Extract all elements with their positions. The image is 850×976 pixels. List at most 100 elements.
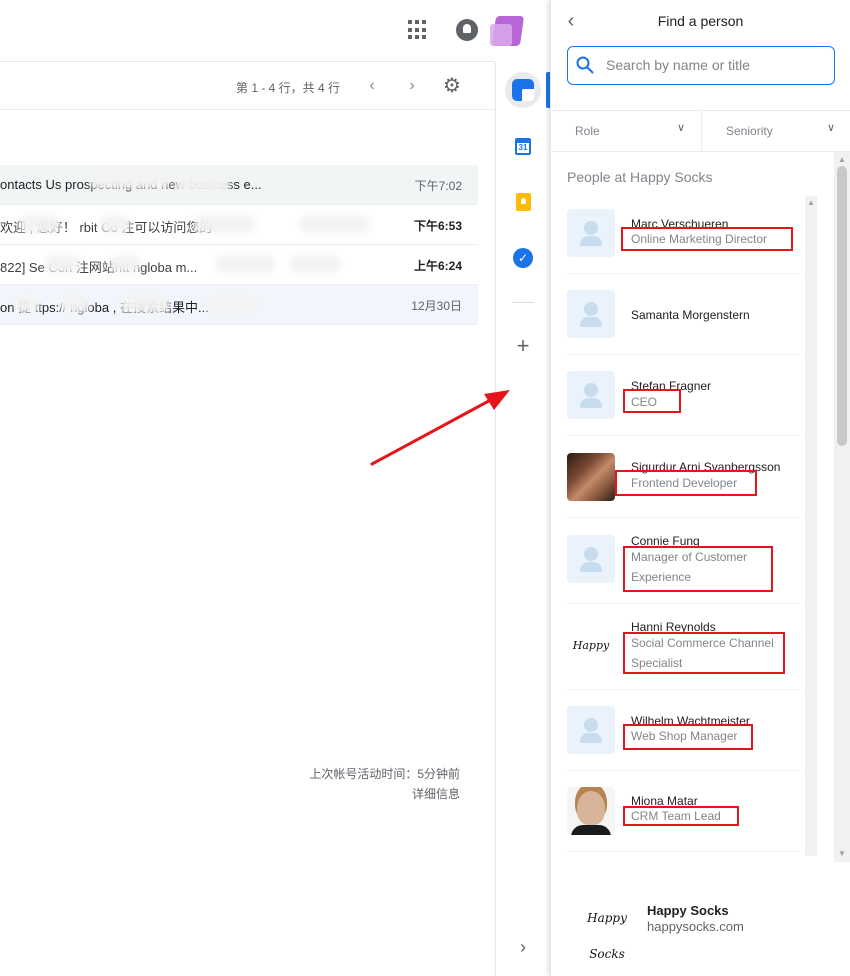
seniority-filter-dropdown[interactable]: Seniority ∨ bbox=[701, 111, 850, 151]
avatar-placeholder-icon bbox=[567, 209, 615, 257]
search-input[interactable] bbox=[606, 55, 826, 75]
redaction-blur bbox=[290, 255, 340, 273]
person-title: Web Shop Manager bbox=[631, 729, 738, 743]
search-icon bbox=[576, 56, 594, 74]
redaction-blur bbox=[15, 295, 40, 313]
mail-time: 下午6:53 bbox=[413, 219, 462, 233]
avatar-placeholder-icon bbox=[567, 706, 615, 754]
chevron-down-icon: ∨ bbox=[827, 122, 836, 134]
last-activity-text: 上次帐号活动时间：5分钟前 bbox=[309, 767, 460, 781]
redaction-blur bbox=[90, 171, 170, 189]
list-scrollbar[interactable]: ▲ bbox=[805, 196, 817, 856]
company-logo-image: Happy Socks bbox=[567, 624, 615, 672]
scroll-up-arrow-icon[interactable]: ▲ bbox=[838, 156, 846, 164]
chevron-left-icon[interactable]: ‹ bbox=[362, 76, 382, 96]
gmail-header bbox=[0, 0, 495, 62]
redaction-blur bbox=[175, 175, 230, 193]
redaction-blur bbox=[45, 255, 80, 273]
search-box[interactable] bbox=[567, 46, 835, 85]
details-link[interactable]: 详细信息 bbox=[309, 784, 460, 804]
people-list: People at Happy Socks ▲ Marc Verschueren… bbox=[551, 152, 850, 862]
chevron-right-icon[interactable]: › bbox=[402, 76, 422, 96]
mail-time: 上午6:24 bbox=[413, 259, 462, 273]
person-card[interactable]: Stefan Fragner CEO bbox=[567, 355, 802, 436]
redaction-blur bbox=[120, 295, 170, 313]
gmail-pane: 第 1 - 4 行，共 4 行 ‹ › ⚙ ontacts Us prospec… bbox=[0, 0, 495, 976]
person-card[interactable]: Samanta Morgenstern bbox=[567, 274, 802, 355]
person-title: Manager of Customer Experience bbox=[631, 550, 748, 584]
mail-time: 12月30日 bbox=[411, 299, 462, 313]
logo-text: Happy Socks bbox=[587, 911, 627, 961]
strip-divider bbox=[512, 302, 534, 303]
settings-gear-icon[interactable]: ⚙ bbox=[440, 74, 464, 98]
redaction-blur bbox=[300, 215, 370, 233]
company-logo-image: Happy Socks bbox=[577, 900, 637, 961]
person-card[interactable]: Sigurdur Arni Svanbergsson Frontend Deve… bbox=[567, 436, 802, 518]
mail-row[interactable]: ontacts Us prospecting and new business … bbox=[0, 165, 478, 205]
filters-bar: Role ∨ Seniority ∨ bbox=[551, 110, 850, 152]
person-card[interactable]: Marc Verschueren Online Marketing Direct… bbox=[567, 194, 802, 274]
company-url[interactable]: happysocks.com bbox=[647, 919, 744, 934]
person-photo bbox=[567, 787, 615, 835]
mail-list: ontacts Us prospecting and new business … bbox=[0, 165, 478, 325]
account-avatar[interactable] bbox=[490, 14, 528, 48]
redaction-blur bbox=[215, 255, 275, 273]
avatar-placeholder-icon bbox=[567, 535, 615, 583]
seniority-filter-label: Seniority bbox=[726, 124, 773, 138]
person-title: Social Commerce Channel Specialist bbox=[631, 636, 774, 670]
person-name: Samanta Morgenstern bbox=[631, 308, 750, 322]
keep-lightbulb-icon bbox=[515, 193, 531, 211]
role-filter-label: Role bbox=[575, 124, 600, 138]
notifications-icon[interactable] bbox=[456, 19, 478, 41]
redaction-blur bbox=[205, 295, 260, 313]
calendar-icon: 31 bbox=[515, 137, 531, 155]
panel-title: Find a person bbox=[657, 13, 744, 29]
panel-scrollbar[interactable]: ▲ ▼ bbox=[834, 152, 850, 862]
chevron-down-icon: ∨ bbox=[677, 122, 686, 134]
person-title: CEO bbox=[631, 395, 658, 409]
person-title: Frontend Developer bbox=[631, 476, 738, 490]
pagination-text: 第 1 - 4 行，共 4 行 bbox=[236, 81, 341, 95]
avatar-placeholder-icon bbox=[567, 371, 615, 419]
redaction-blur bbox=[60, 295, 90, 313]
redaction-blur bbox=[195, 215, 255, 233]
company-footer[interactable]: Happy Socks Happy Socks happysocks.com bbox=[551, 862, 850, 976]
section-title: People at Happy Socks bbox=[567, 169, 713, 185]
person-card[interactable]: Connie Fung Manager of Customer Experien… bbox=[567, 518, 802, 604]
add-addon-plus-icon[interactable]: + bbox=[513, 334, 533, 358]
person-card[interactable]: Happy Socks Hanni Reynolds Social Commer… bbox=[567, 604, 802, 690]
pipl-icon bbox=[512, 79, 534, 101]
person-photo bbox=[567, 453, 615, 501]
person-name: Stefan Fragner bbox=[631, 379, 712, 393]
person-card[interactable]: Miona Matar CRM Team Lead bbox=[567, 771, 802, 852]
mail-toolbar: 第 1 - 4 行，共 4 行 ‹ › ⚙ bbox=[0, 62, 495, 110]
mail-row[interactable]: 822] Se Con 注网站htt ngloba m... 上午6:24 bbox=[0, 245, 478, 285]
person-card[interactable]: Wilhelm Wachtmeister Web Shop Manager bbox=[567, 690, 802, 771]
scroll-down-arrow-icon[interactable]: ▼ bbox=[838, 850, 846, 858]
person-title: Online Marketing Director bbox=[631, 232, 768, 246]
addons-side-strip: 31 ✓ + › bbox=[495, 62, 550, 976]
apps-grid-icon[interactable] bbox=[408, 20, 428, 40]
role-filter-dropdown[interactable]: Role ∨ bbox=[551, 111, 701, 151]
person-name: Hanni Reynolds bbox=[631, 620, 716, 634]
person-title: CRM Team Lead bbox=[631, 809, 721, 823]
calendar-addon-button[interactable]: 31 bbox=[505, 128, 541, 164]
mail-time: 下午7:02 bbox=[414, 179, 462, 193]
redaction-blur bbox=[100, 215, 130, 233]
mail-row[interactable]: 欢迎 , 您好！ rbit Co 注可以访问您的 下午6:53 bbox=[0, 205, 478, 245]
find-person-panel: ‹ Find a person Role ∨ Seniority ∨ Peopl… bbox=[550, 0, 850, 976]
keep-addon-button[interactable] bbox=[505, 184, 541, 220]
tasks-check-icon: ✓ bbox=[513, 248, 533, 268]
avatar-placeholder-icon bbox=[567, 290, 615, 338]
redaction-blur bbox=[110, 255, 140, 273]
pipl-addon-button[interactable] bbox=[505, 72, 541, 108]
logo-text: Happy Socks bbox=[572, 639, 610, 652]
company-name: Happy Socks bbox=[647, 903, 729, 918]
person-name: Sigurdur Arni Svanbergsson bbox=[631, 460, 781, 474]
expand-chevron-right-icon[interactable]: › bbox=[513, 935, 533, 959]
mail-row[interactable]: on 提 ttps:// ngloba , 在搜索结果中... 12月30日 bbox=[0, 285, 478, 325]
redaction-blur bbox=[20, 215, 60, 233]
scroll-thumb[interactable] bbox=[837, 166, 847, 446]
tasks-addon-button[interactable]: ✓ bbox=[505, 240, 541, 276]
person-name: Connie Fung bbox=[631, 534, 700, 548]
